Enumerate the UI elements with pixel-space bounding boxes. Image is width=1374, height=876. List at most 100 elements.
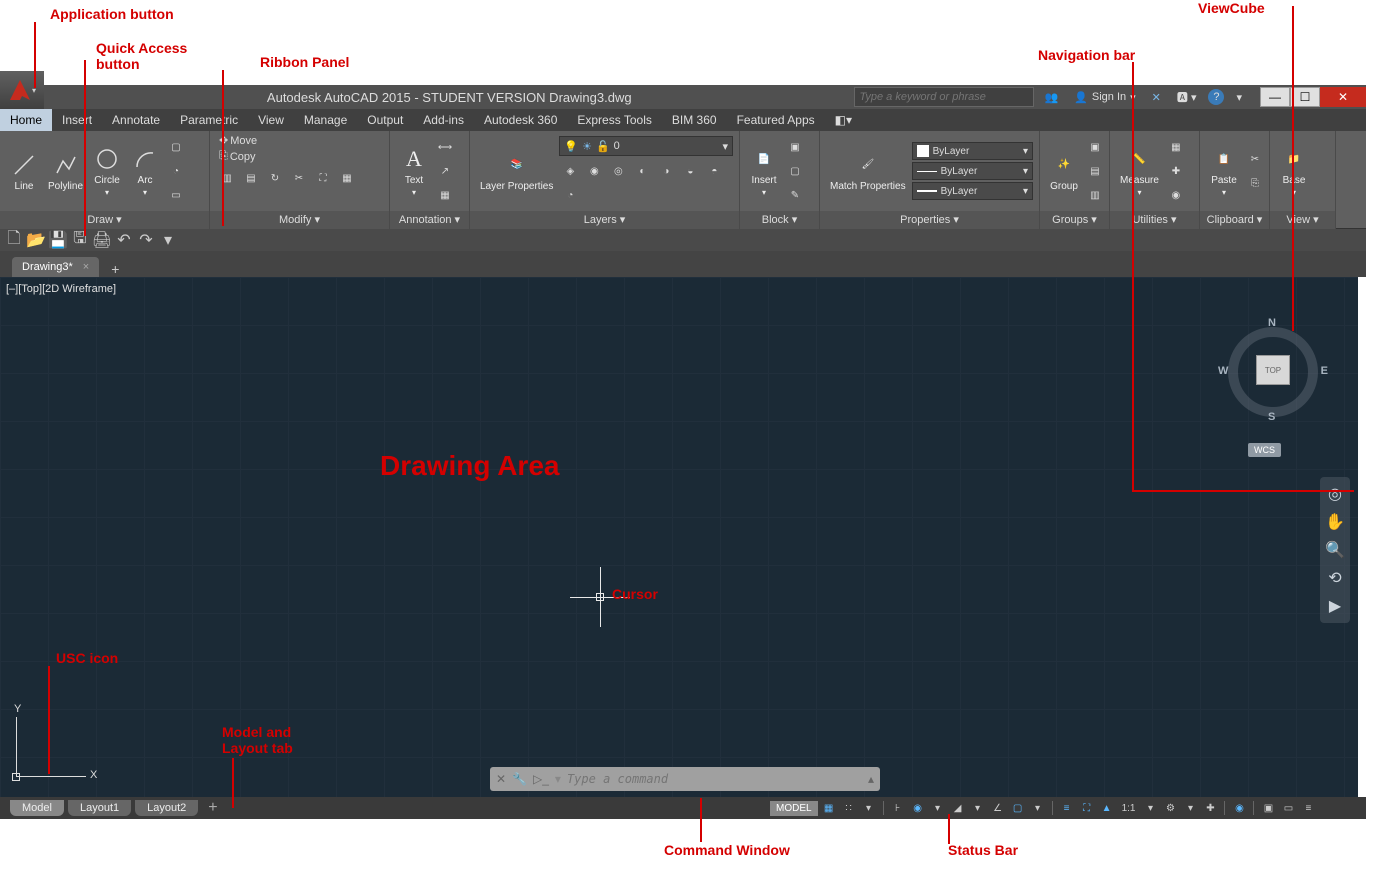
- table-icon[interactable]: ▦: [434, 184, 456, 206]
- polar-icon[interactable]: ◉: [909, 799, 927, 817]
- tab-autodesk360[interactable]: Autodesk 360: [474, 109, 567, 131]
- tab-output[interactable]: Output: [357, 109, 413, 131]
- panel-title-draw[interactable]: Draw ▾: [0, 211, 209, 229]
- annotation-scale[interactable]: 1:1: [1118, 799, 1140, 817]
- leader-icon[interactable]: ↗: [434, 160, 456, 182]
- layer-tool-icon[interactable]: ◈: [559, 160, 581, 182]
- search-input[interactable]: [854, 87, 1034, 107]
- wheel-icon[interactable]: ◎: [1324, 483, 1346, 505]
- redo-icon[interactable]: ↷: [138, 232, 154, 248]
- tab-bim360[interactable]: BIM 360: [662, 109, 727, 131]
- text-button[interactable]: AText▾: [396, 143, 432, 199]
- block-tool-icon[interactable]: ▢: [784, 160, 806, 182]
- panel-title-groups[interactable]: Groups ▾: [1040, 211, 1109, 229]
- zoom-icon[interactable]: 🔍: [1324, 539, 1346, 561]
- transparency-icon[interactable]: ⛶: [1078, 799, 1096, 817]
- add-layout-button[interactable]: +: [202, 799, 223, 817]
- cycling-icon[interactable]: ▲: [1098, 799, 1116, 817]
- tab-annotate[interactable]: Annotate: [102, 109, 170, 131]
- workspace-icon[interactable]: ✚: [1201, 799, 1219, 817]
- dropdown-icon[interactable]: ▾: [860, 799, 878, 817]
- dropdown-icon[interactable]: ▾: [969, 799, 987, 817]
- layer-tool-icon[interactable]: ◐: [631, 160, 653, 182]
- wrench-icon[interactable]: 🔧: [512, 772, 527, 786]
- lock-icon[interactable]: 🔓: [596, 140, 610, 153]
- showmotion-icon[interactable]: ▶: [1324, 595, 1346, 617]
- modify-tool-icon[interactable]: ▥: [216, 167, 238, 189]
- layer-tool-icon[interactable]: ◑: [655, 160, 677, 182]
- close-button[interactable]: ✕: [1320, 87, 1366, 107]
- tab-insert[interactable]: Insert: [52, 109, 102, 131]
- application-button[interactable]: ▾: [0, 71, 44, 109]
- modify-tool-icon[interactable]: ✂: [288, 167, 310, 189]
- paste-button[interactable]: 📋Paste▾: [1206, 143, 1242, 199]
- 3dosnap-icon[interactable]: ▢: [1009, 799, 1027, 817]
- wcs-badge[interactable]: WCS: [1248, 443, 1281, 457]
- viewcube[interactable]: TOP N E S W WCS: [1218, 317, 1328, 457]
- panel-title-clipboard[interactable]: Clipboard ▾: [1200, 211, 1269, 229]
- ribbon-expand-icon[interactable]: ◧▾: [825, 109, 862, 131]
- dropdown-icon[interactable]: ▾: [1029, 799, 1047, 817]
- a360-icon[interactable]: 🅰 ▾: [1173, 89, 1201, 105]
- layer-tool-icon[interactable]: ◓: [703, 160, 725, 182]
- layer-tool-icon[interactable]: ◒: [679, 160, 701, 182]
- group-button[interactable]: ✨Group: [1046, 149, 1082, 194]
- dropdown-icon[interactable]: ▾: [929, 799, 947, 817]
- panel-title-view[interactable]: View ▾: [1270, 211, 1335, 229]
- minimize-button[interactable]: —: [1260, 87, 1290, 107]
- layout-tab-layout2[interactable]: Layout2: [135, 800, 198, 816]
- block-tool-icon[interactable]: ▣: [784, 136, 806, 158]
- util-tool-icon[interactable]: ▦: [1165, 136, 1187, 158]
- viewport-label[interactable]: [–][Top][2D Wireframe]: [6, 283, 116, 295]
- panel-title-modify[interactable]: Modify ▾: [210, 211, 389, 229]
- customize-icon[interactable]: ≡: [1299, 799, 1317, 817]
- grid-toggle-icon[interactable]: ▦: [820, 799, 838, 817]
- arc-button[interactable]: Arc▾: [127, 143, 163, 199]
- modify-tool-icon[interactable]: ⛶: [312, 167, 334, 189]
- exchange-icon[interactable]: ✕: [1148, 91, 1165, 104]
- tab-manage[interactable]: Manage: [294, 109, 357, 131]
- polyline-button[interactable]: Polyline: [44, 149, 87, 194]
- group-tool-icon[interactable]: ▥: [1084, 184, 1106, 206]
- hardware-icon[interactable]: ◉: [1230, 799, 1248, 817]
- osnap-icon[interactable]: ∠: [989, 799, 1007, 817]
- qat-dropdown-icon[interactable]: ▾: [160, 232, 176, 248]
- pan-icon[interactable]: ✋: [1324, 511, 1346, 533]
- panel-title-properties[interactable]: Properties ▾: [820, 211, 1039, 229]
- save-icon[interactable]: 💾: [50, 232, 66, 248]
- close-cmd-icon[interactable]: ✕: [496, 772, 506, 786]
- copy-icon[interactable]: ⎘: [1244, 172, 1266, 194]
- util-tool-icon[interactable]: ◉: [1165, 184, 1187, 206]
- dropdown-icon[interactable]: ▾: [1181, 799, 1199, 817]
- line-button[interactable]: Line: [6, 149, 42, 194]
- command-input[interactable]: [567, 772, 862, 786]
- tab-addins[interactable]: Add-ins: [413, 109, 474, 131]
- dimension-icon[interactable]: ⟷: [434, 136, 456, 158]
- lineweight-icon[interactable]: ≡: [1058, 799, 1076, 817]
- tab-express[interactable]: Express Tools: [567, 109, 661, 131]
- tab-home[interactable]: Home: [0, 109, 52, 131]
- signin-button[interactable]: 👤 Sign In ▾: [1070, 91, 1139, 104]
- layout-tab-model[interactable]: Model: [10, 800, 64, 816]
- sun-icon[interactable]: ☀: [582, 140, 592, 153]
- measure-button[interactable]: 📏Measure▾: [1116, 143, 1163, 199]
- match-properties-button[interactable]: 🖌Match Properties: [826, 149, 910, 194]
- close-tab-icon[interactable]: ×: [83, 261, 89, 273]
- open-icon[interactable]: 📂: [28, 232, 44, 248]
- layer-tool-icon[interactable]: ◔: [559, 184, 581, 206]
- insert-button[interactable]: 📄Insert▾: [746, 143, 782, 199]
- panel-title-utilities[interactable]: Utilities ▾: [1110, 211, 1199, 229]
- layout-tab-layout1[interactable]: Layout1: [68, 800, 131, 816]
- block-tool-icon[interactable]: ✎: [784, 184, 806, 206]
- circle-button[interactable]: Circle▾: [89, 143, 125, 199]
- panel-title-annotation[interactable]: Annotation ▾: [390, 211, 469, 229]
- file-tab-drawing3[interactable]: Drawing3*×: [12, 257, 99, 277]
- tab-featured[interactable]: Featured Apps: [727, 109, 825, 131]
- modify-tool-icon[interactable]: ▦: [336, 167, 358, 189]
- layer-tool-icon[interactable]: ◉: [583, 160, 605, 182]
- isolate-icon[interactable]: ▣: [1259, 799, 1277, 817]
- layer-tool-icon[interactable]: ◎: [607, 160, 629, 182]
- layer-properties-button[interactable]: 📚Layer Properties: [476, 149, 557, 194]
- snap-toggle-icon[interactable]: ∷: [840, 799, 858, 817]
- draw-tool-icon[interactable]: ◔: [165, 160, 187, 182]
